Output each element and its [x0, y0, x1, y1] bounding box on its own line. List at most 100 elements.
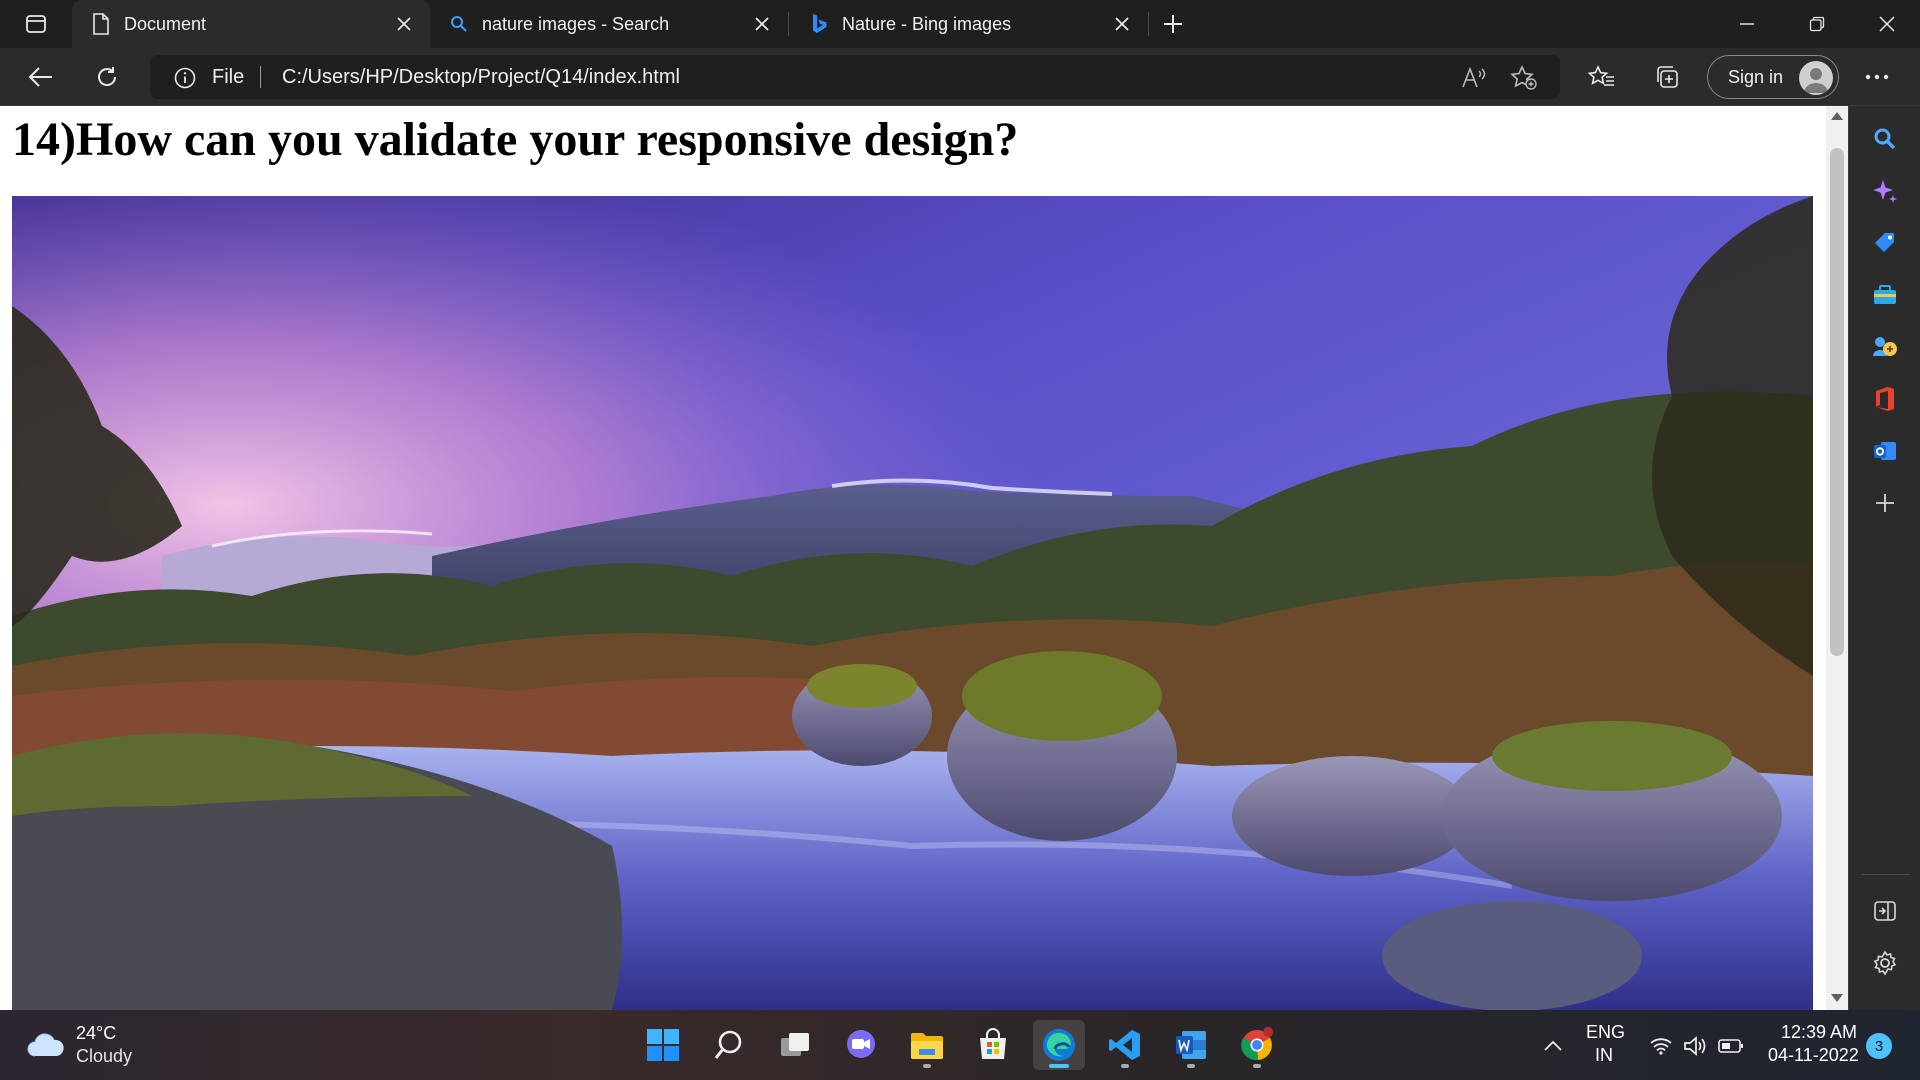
info-icon[interactable]: [174, 67, 196, 89]
vertical-scrollbar[interactable]: [1826, 106, 1848, 1010]
word-icon: [1176, 1031, 1206, 1059]
address-bar[interactable]: File C:/Users/HP/Desktop/Project/Q14/ind…: [150, 55, 1560, 99]
teams-chat-button[interactable]: [835, 1020, 887, 1070]
close-tab-icon[interactable]: [1110, 12, 1134, 36]
restore-button[interactable]: [1782, 0, 1852, 48]
chat-icon: [847, 1030, 875, 1058]
edge-browser-button[interactable]: [1033, 1020, 1085, 1070]
search-icon: [714, 1030, 742, 1059]
search-icon: [448, 13, 470, 35]
favorites-icon: [1588, 65, 1614, 86]
tab-separator: [788, 12, 789, 36]
tab-title: Nature - Bing images: [842, 14, 1012, 34]
clock-time: 12:39 AM: [1781, 1022, 1858, 1042]
notification-badge[interactable]: 3: [1866, 1033, 1892, 1059]
show-hidden-icons-button[interactable]: [1540, 1034, 1566, 1058]
tab-strip: Document nature images - Search Nature -…: [0, 0, 1920, 48]
sidebar-tools-icon[interactable]: [1870, 280, 1900, 310]
plus-icon: [1164, 15, 1182, 33]
chevron-up-icon: [1544, 1040, 1562, 1051]
wifi-icon[interactable]: [1648, 1034, 1674, 1058]
sidebar-discover-icon[interactable]: [1870, 176, 1900, 206]
sidebar-games-icon[interactable]: [1870, 332, 1900, 362]
edge-icon: [1043, 1029, 1075, 1061]
scroll-up-arrow-icon[interactable]: [1831, 112, 1843, 120]
language-code: ENG: [1586, 1022, 1626, 1042]
close-icon: [1879, 16, 1895, 32]
active-indicator: [1049, 1064, 1069, 1068]
weather-temperature: 24°C: [76, 1023, 117, 1043]
weather-widget[interactable]: 24°C Cloudy: [26, 1020, 166, 1070]
tab-document[interactable]: Document: [72, 0, 430, 48]
document-icon: [90, 13, 112, 35]
running-indicator: [923, 1064, 931, 1068]
running-indicator: [1187, 1064, 1195, 1068]
collections-button[interactable]: [1648, 59, 1686, 95]
browser-toolbar: File C:/Users/HP/Desktop/Project/Q14/ind…: [0, 48, 1920, 106]
chrome-button[interactable]: [1231, 1020, 1283, 1070]
refresh-icon: [98, 67, 117, 86]
avatar: [1799, 61, 1833, 95]
sidebar-add-icon[interactable]: [1870, 488, 1900, 518]
add-favorite-icon[interactable]: [1510, 64, 1538, 92]
nature-landscape-image: [12, 196, 1813, 1010]
new-tab-button[interactable]: [1158, 10, 1188, 38]
bing-icon: [808, 13, 830, 35]
sidebar-hide-icon[interactable]: [1870, 896, 1900, 926]
running-indicator: [1121, 1064, 1129, 1068]
more-icon: [1865, 74, 1889, 80]
close-tab-icon[interactable]: [750, 12, 774, 36]
sidebar-outlook-icon[interactable]: [1870, 436, 1900, 466]
sign-in-label: Sign in: [1728, 67, 1784, 87]
favorites-button[interactable]: [1583, 59, 1621, 95]
sidebar-divider: [1861, 874, 1909, 875]
windows-logo-icon: [647, 1029, 679, 1061]
edge-sidebar: [1848, 106, 1920, 1010]
minimize-icon: [1740, 23, 1754, 25]
sidebar-shopping-icon[interactable]: [1870, 228, 1900, 258]
sidebar-office-icon[interactable]: [1870, 384, 1900, 414]
store-icon: [980, 1028, 1006, 1059]
minimize-button[interactable]: [1712, 0, 1782, 48]
folder-icon: [911, 1033, 943, 1059]
start-button[interactable]: [637, 1020, 689, 1070]
windows-taskbar: 24°C Cloudy ENG IN 12:39 AM 04-11-2022 3: [0, 1010, 1920, 1080]
collections-icon: [1657, 66, 1678, 88]
sidebar-settings-icon[interactable]: [1870, 948, 1900, 978]
address-divider: [260, 66, 261, 88]
file-explorer-button[interactable]: [901, 1020, 953, 1070]
read-aloud-icon[interactable]: [1460, 64, 1488, 92]
arrow-left-icon: [28, 67, 52, 87]
scrollbar-thumb[interactable]: [1830, 148, 1844, 656]
vscode-button[interactable]: [1099, 1020, 1151, 1070]
page-heading: 14)How can you validate your responsive …: [12, 113, 1019, 166]
weather-condition: Cloudy: [76, 1046, 133, 1066]
clock-date: 04-11-2022: [1768, 1045, 1859, 1065]
microsoft-store-button[interactable]: [967, 1020, 1019, 1070]
chrome-icon: [1241, 1027, 1273, 1061]
running-indicator: [1253, 1064, 1261, 1068]
tab-title: nature images - Search: [482, 14, 670, 34]
tab-actions-button[interactable]: [16, 10, 56, 38]
scroll-down-arrow-icon[interactable]: [1831, 994, 1843, 1002]
task-view-button[interactable]: [769, 1020, 821, 1070]
tab-nature-search[interactable]: nature images - Search: [430, 0, 788, 48]
language-region: IN: [1595, 1045, 1613, 1065]
word-button[interactable]: [1165, 1020, 1217, 1070]
close-tab-icon[interactable]: [392, 12, 416, 36]
tab-actions-icon: [26, 15, 46, 33]
tab-title: Document: [124, 14, 207, 34]
sign-in-button[interactable]: Sign in: [1707, 55, 1839, 99]
site-scheme-label[interactable]: File: [212, 66, 244, 89]
back-button[interactable]: [22, 59, 60, 95]
volume-icon[interactable]: [1683, 1034, 1709, 1058]
refresh-button[interactable]: [88, 59, 126, 95]
settings-more-button[interactable]: [1858, 59, 1896, 95]
close-window-button[interactable]: [1852, 0, 1920, 48]
url-text[interactable]: C:/Users/HP/Desktop/Project/Q14/index.ht…: [282, 66, 680, 89]
vscode-icon: [1109, 1030, 1140, 1060]
sidebar-search-icon[interactable]: [1870, 124, 1900, 154]
taskbar-search-button[interactable]: [703, 1020, 755, 1070]
battery-icon[interactable]: [1718, 1034, 1744, 1058]
tab-bing-images[interactable]: Nature - Bing images: [790, 0, 1148, 48]
